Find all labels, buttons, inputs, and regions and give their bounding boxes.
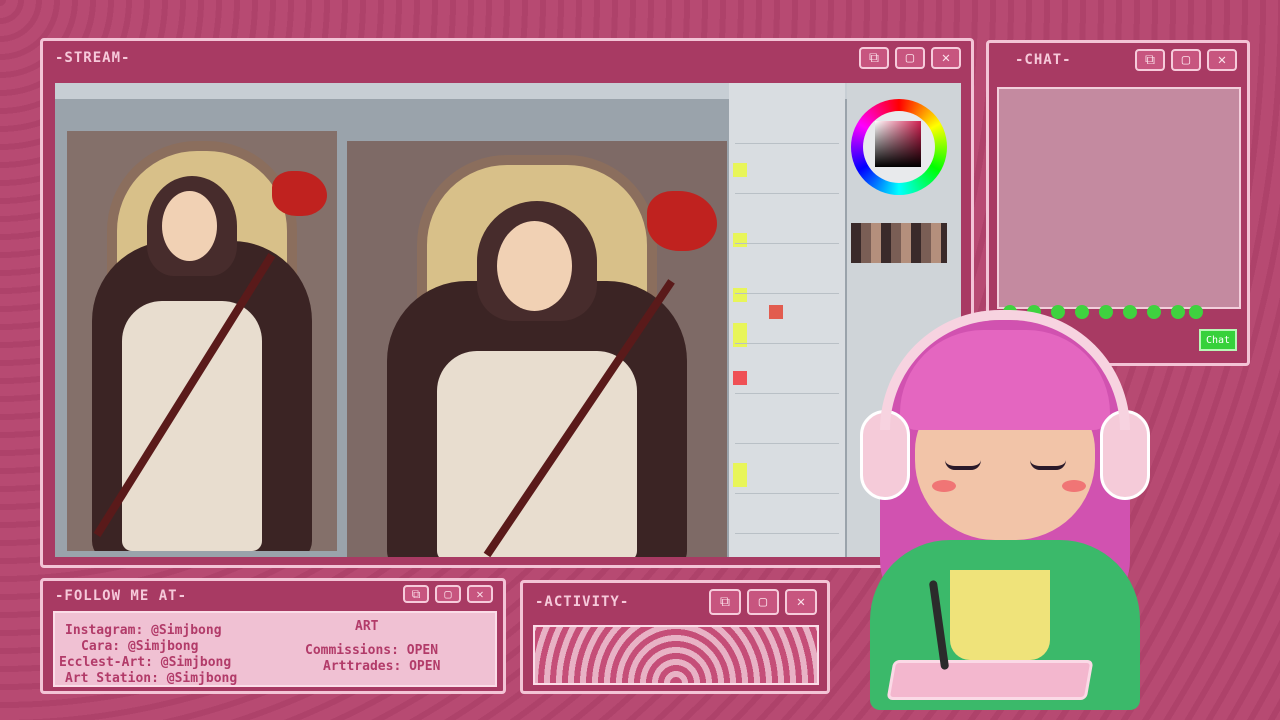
follow-panel: -FOLLOW ME AT- ⧉ ▢ ✕ Instagram: @Simjbon… (40, 578, 506, 694)
close-icon[interactable]: ✕ (1207, 49, 1237, 71)
follow-heading: ART (355, 619, 379, 634)
follow-title: -FOLLOW ME AT- (55, 588, 188, 604)
color-square[interactable] (875, 121, 921, 167)
activity-title: -ACTIVITY- (535, 594, 630, 610)
activity-window-buttons: ⧉ ▢ ✕ (709, 589, 817, 615)
maximize-icon[interactable]: ▢ (435, 585, 461, 603)
restore-icon[interactable]: ⧉ (403, 585, 429, 603)
chat-messages[interactable] (997, 87, 1241, 309)
avatar-eye-left (945, 460, 981, 470)
follow-content: Instagram: @Simjbong Cara: @Simjbong Ecc… (53, 611, 497, 687)
commissions-status: Commissions: OPEN (305, 643, 439, 658)
avatar-blush-right (1062, 480, 1086, 492)
close-icon[interactable]: ✕ (785, 589, 817, 615)
vtuber-avatar (850, 300, 1160, 710)
drawing-tablet (886, 660, 1094, 700)
restore-icon[interactable]: ⧉ (709, 589, 741, 615)
avatar-blush-left (932, 480, 956, 492)
chat-send-button[interactable]: Chat (1199, 329, 1237, 351)
artwork-canvas (347, 141, 727, 557)
stream-window-buttons: ⧉ ▢ ✕ (859, 47, 961, 69)
headphone-band (880, 310, 1130, 430)
artwork-reference (67, 131, 337, 551)
restore-icon[interactable]: ⧉ (859, 47, 889, 69)
stream-panel: -STREAM- ⧉ ▢ ✕ (40, 38, 974, 568)
follow-window-buttons: ⧉ ▢ ✕ (403, 585, 493, 603)
stream-title: -STREAM- (55, 50, 131, 66)
maximize-icon[interactable]: ▢ (747, 589, 779, 615)
follow-line-3: Ecclest-Art: @Simjbong (59, 655, 232, 670)
arttrades-status: Arttrades: OPEN (323, 659, 441, 674)
avatar-eye-right (1030, 460, 1066, 470)
maximize-icon[interactable]: ▢ (895, 47, 925, 69)
close-icon[interactable]: ✕ (931, 47, 961, 69)
follow-line-4: Art Station: @Simjbong (65, 671, 238, 686)
layers-panel[interactable] (729, 83, 845, 557)
follow-line-2: Cara: @Simjbong (81, 639, 199, 654)
stream-video (55, 83, 961, 557)
avatar-shirt (950, 570, 1050, 660)
activity-feed (533, 625, 819, 685)
stream-titlebar: -STREAM- (43, 41, 971, 75)
close-icon[interactable]: ✕ (467, 585, 493, 603)
activity-panel: -ACTIVITY- ⧉ ▢ ✕ (520, 580, 830, 694)
chat-window-buttons: ⧉ ▢ ✕ (1135, 49, 1237, 71)
maximize-icon[interactable]: ▢ (1171, 49, 1201, 71)
palette[interactable] (851, 223, 947, 263)
follow-line-1: Instagram: @Simjbong (65, 623, 222, 638)
chat-title: -CHAT- (1015, 52, 1072, 68)
restore-icon[interactable]: ⧉ (1135, 49, 1165, 71)
